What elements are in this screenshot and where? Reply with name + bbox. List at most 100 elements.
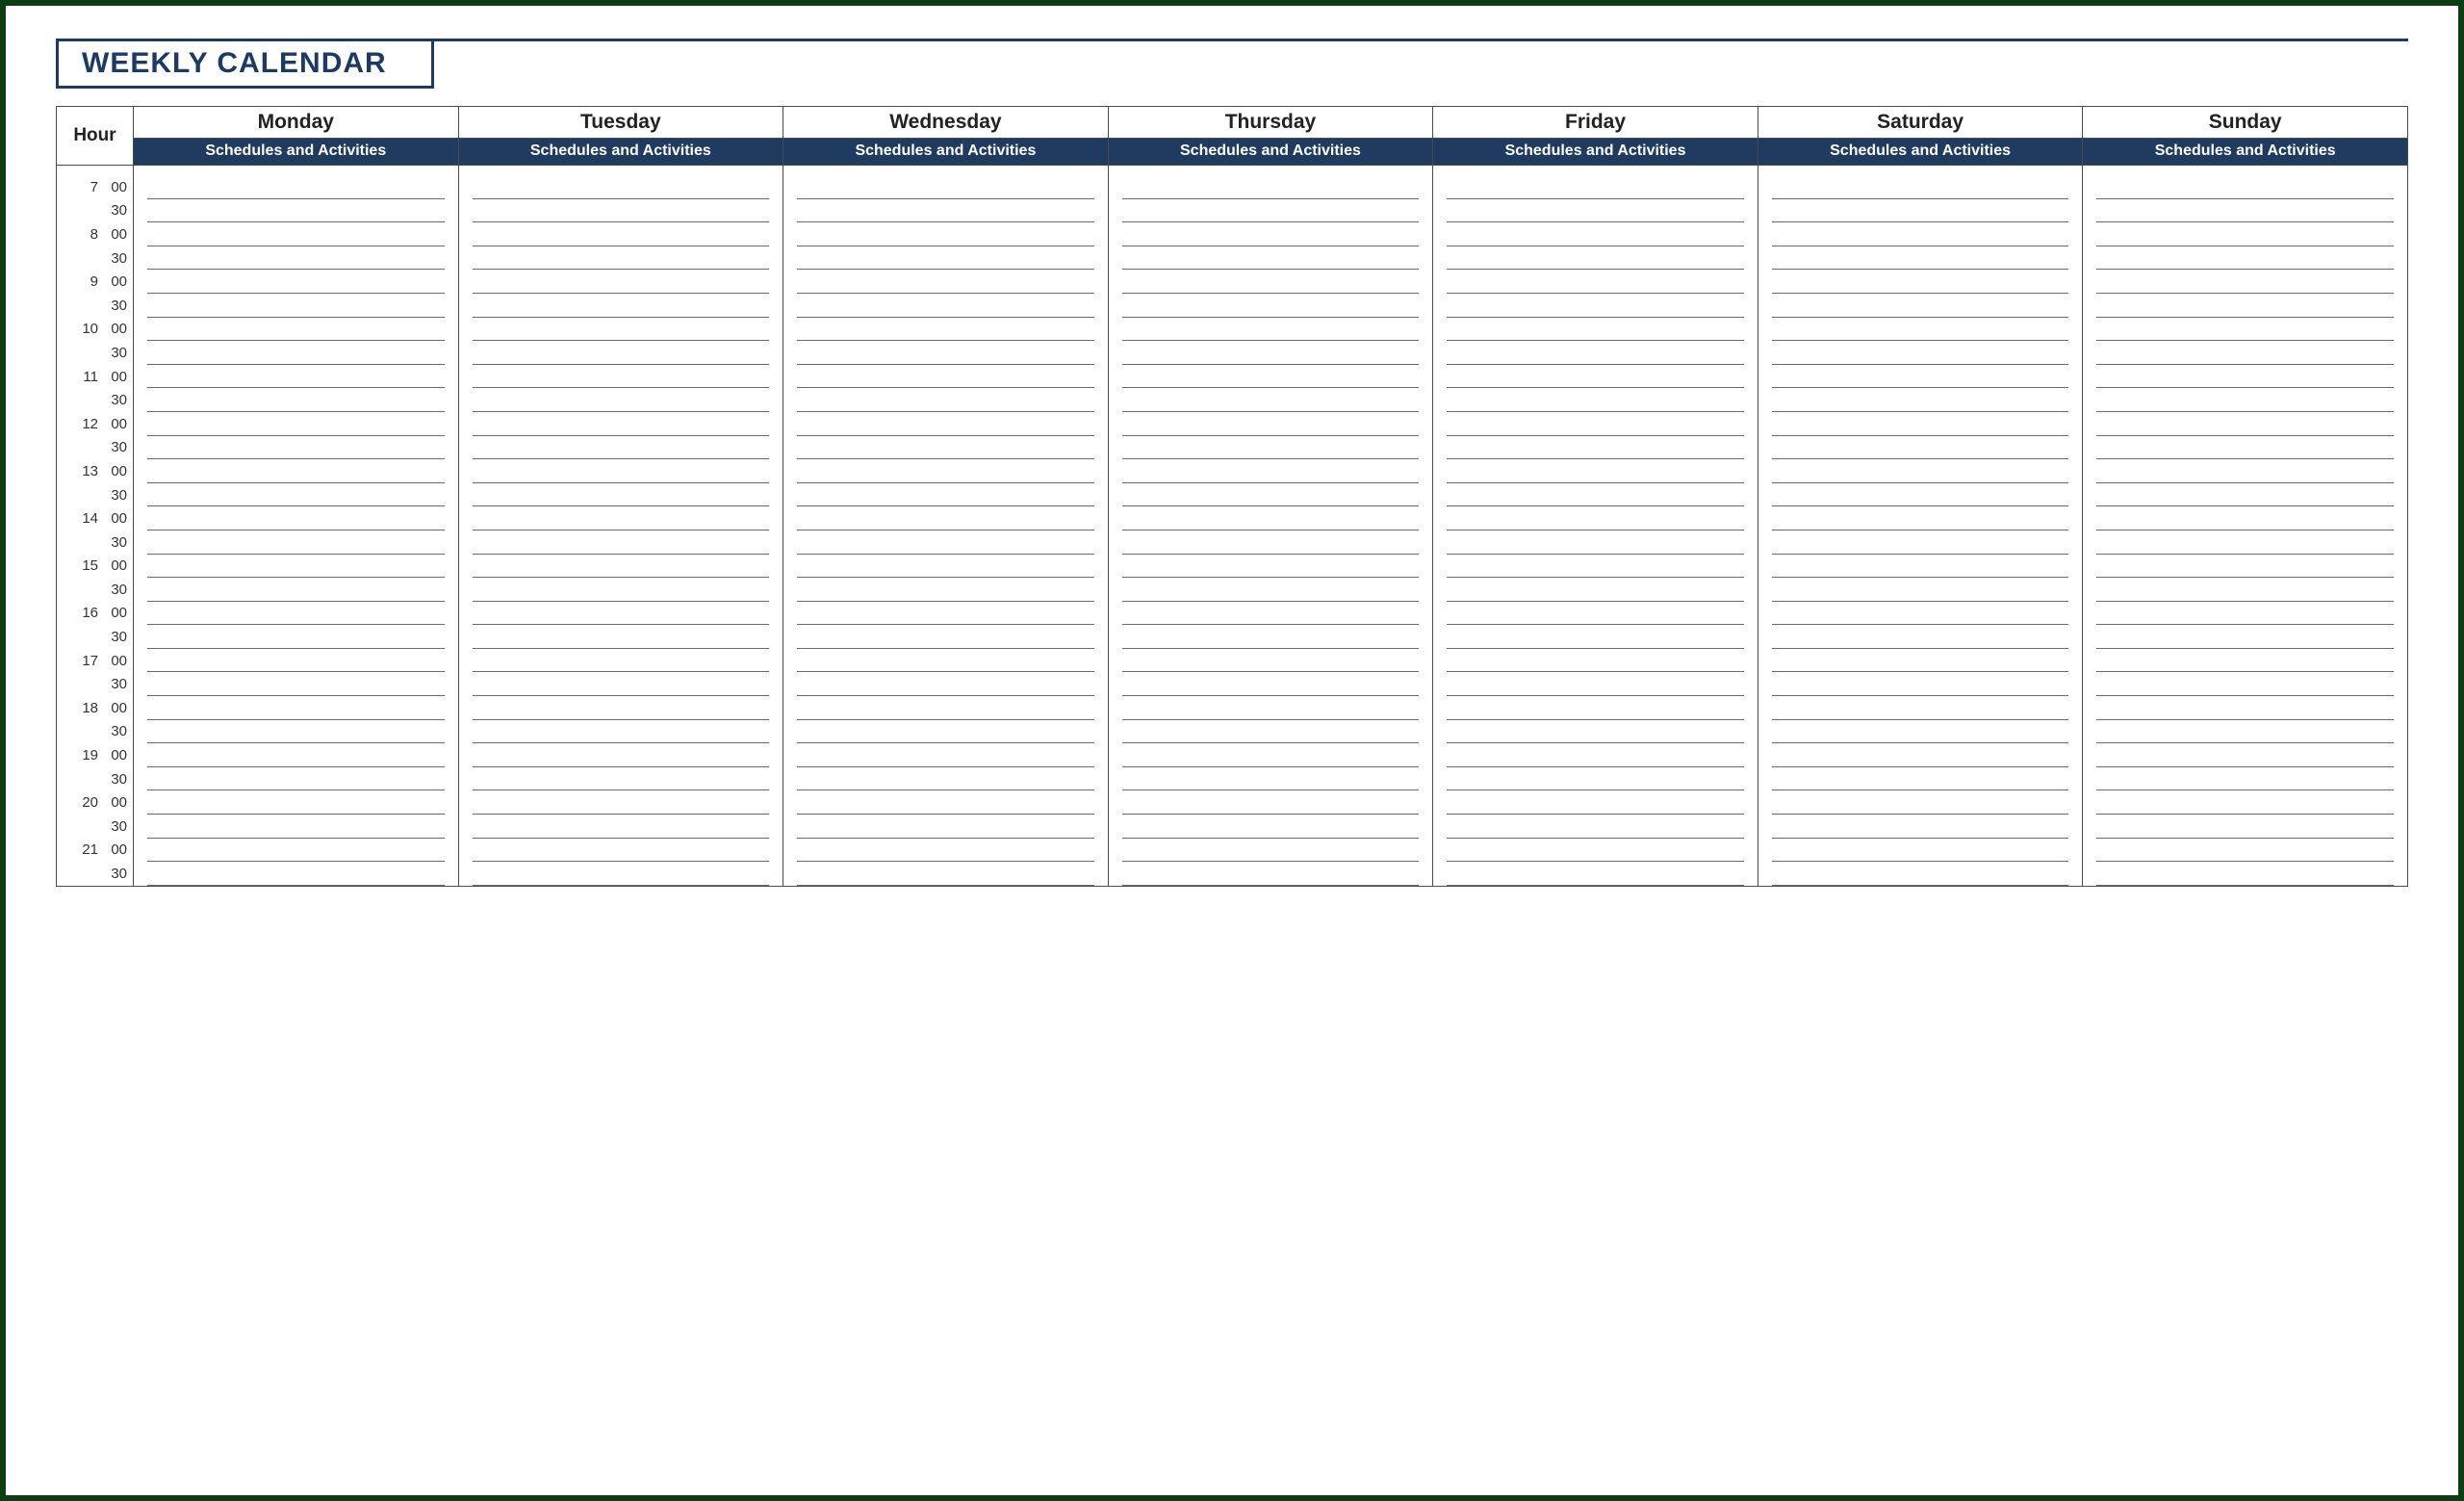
schedule-slot[interactable] <box>1447 743 1744 767</box>
schedule-slot[interactable] <box>2096 199 2394 223</box>
schedule-slot[interactable] <box>1447 365 1744 389</box>
schedule-slot[interactable] <box>1772 720 2069 744</box>
schedule-slot[interactable] <box>797 506 1094 531</box>
schedule-slot[interactable] <box>797 412 1094 436</box>
schedule-slot[interactable] <box>2096 483 2394 507</box>
schedule-slot[interactable] <box>147 483 445 507</box>
schedule-slot[interactable] <box>473 294 770 318</box>
schedule-slot[interactable] <box>147 555 445 579</box>
schedule-slot[interactable] <box>797 365 1094 389</box>
schedule-slot[interactable] <box>1772 222 2069 246</box>
schedule-slot[interactable] <box>473 436 770 460</box>
schedule-slot[interactable] <box>147 672 445 696</box>
schedule-slot[interactable] <box>147 318 445 342</box>
schedule-slot[interactable] <box>1122 602 1420 626</box>
schedule-slot[interactable] <box>1772 602 2069 626</box>
schedule-slot[interactable] <box>1122 555 1420 579</box>
schedule-slot[interactable] <box>1122 790 1420 815</box>
schedule-slot[interactable] <box>1122 839 1420 863</box>
schedule-slot[interactable] <box>2096 862 2394 886</box>
schedule-slot[interactable] <box>147 625 445 649</box>
schedule-slot[interactable] <box>1122 649 1420 673</box>
schedule-slot[interactable] <box>1122 365 1420 389</box>
schedule-slot[interactable] <box>797 862 1094 886</box>
schedule-slot[interactable] <box>473 839 770 863</box>
schedule-slot[interactable] <box>1772 815 2069 839</box>
schedule-slot[interactable] <box>1122 388 1420 412</box>
schedule-slot[interactable] <box>1772 270 2069 294</box>
schedule-slot[interactable] <box>1122 483 1420 507</box>
schedule-slot[interactable] <box>473 365 770 389</box>
schedule-slot[interactable] <box>1122 506 1420 531</box>
schedule-slot[interactable] <box>473 175 770 199</box>
schedule-slot[interactable] <box>1772 199 2069 223</box>
schedule-slot[interactable] <box>147 341 445 365</box>
schedule-slot[interactable] <box>797 743 1094 767</box>
schedule-slot[interactable] <box>473 696 770 720</box>
schedule-slot[interactable] <box>1772 294 2069 318</box>
schedule-slot[interactable] <box>147 246 445 271</box>
schedule-slot[interactable] <box>147 175 445 199</box>
schedule-slot[interactable] <box>2096 625 2394 649</box>
schedule-slot[interactable] <box>473 672 770 696</box>
schedule-slot[interactable] <box>473 578 770 602</box>
day-col-sat[interactable] <box>1758 166 2083 887</box>
schedule-slot[interactable] <box>1772 388 2069 412</box>
schedule-slot[interactable] <box>1772 436 2069 460</box>
schedule-slot[interactable] <box>1447 483 1744 507</box>
schedule-slot[interactable] <box>1122 175 1420 199</box>
schedule-slot[interactable] <box>1122 578 1420 602</box>
schedule-slot[interactable] <box>797 270 1094 294</box>
schedule-slot[interactable] <box>2096 270 2394 294</box>
schedule-slot[interactable] <box>1772 365 2069 389</box>
schedule-slot[interactable] <box>473 625 770 649</box>
schedule-slot[interactable] <box>797 767 1094 791</box>
schedule-slot[interactable] <box>147 767 445 791</box>
schedule-slot[interactable] <box>473 199 770 223</box>
schedule-slot[interactable] <box>1447 294 1744 318</box>
schedule-slot[interactable] <box>2096 175 2394 199</box>
schedule-slot[interactable] <box>1447 790 1744 815</box>
schedule-slot[interactable] <box>1772 175 2069 199</box>
schedule-slot[interactable] <box>147 839 445 863</box>
schedule-slot[interactable] <box>1447 341 1744 365</box>
schedule-slot[interactable] <box>797 555 1094 579</box>
schedule-slot[interactable] <box>1447 412 1744 436</box>
schedule-slot[interactable] <box>473 862 770 886</box>
day-col-fri[interactable] <box>1433 166 1758 887</box>
schedule-slot[interactable] <box>1772 318 2069 342</box>
schedule-slot[interactable] <box>1447 839 1744 863</box>
schedule-slot[interactable] <box>2096 222 2394 246</box>
schedule-slot[interactable] <box>797 578 1094 602</box>
schedule-slot[interactable] <box>2096 506 2394 531</box>
schedule-slot[interactable] <box>1447 459 1744 483</box>
schedule-slot[interactable] <box>2096 388 2394 412</box>
schedule-slot[interactable] <box>147 270 445 294</box>
schedule-slot[interactable] <box>147 436 445 460</box>
schedule-slot[interactable] <box>1122 767 1420 791</box>
schedule-slot[interactable] <box>797 625 1094 649</box>
schedule-slot[interactable] <box>1122 412 1420 436</box>
schedule-slot[interactable] <box>797 790 1094 815</box>
schedule-slot[interactable] <box>473 270 770 294</box>
schedule-slot[interactable] <box>1122 459 1420 483</box>
schedule-slot[interactable] <box>473 483 770 507</box>
schedule-slot[interactable] <box>147 531 445 555</box>
schedule-slot[interactable] <box>1122 341 1420 365</box>
schedule-slot[interactable] <box>1772 743 2069 767</box>
schedule-slot[interactable] <box>147 222 445 246</box>
schedule-slot[interactable] <box>147 412 445 436</box>
schedule-slot[interactable] <box>1447 175 1744 199</box>
schedule-slot[interactable] <box>1772 649 2069 673</box>
schedule-slot[interactable] <box>147 649 445 673</box>
schedule-slot[interactable] <box>1122 294 1420 318</box>
schedule-slot[interactable] <box>797 815 1094 839</box>
schedule-slot[interactable] <box>2096 246 2394 271</box>
schedule-slot[interactable] <box>473 222 770 246</box>
schedule-slot[interactable] <box>2096 743 2394 767</box>
schedule-slot[interactable] <box>1447 222 1744 246</box>
schedule-slot[interactable] <box>1122 696 1420 720</box>
schedule-slot[interactable] <box>147 743 445 767</box>
day-col-thu[interactable] <box>1108 166 1433 887</box>
schedule-slot[interactable] <box>2096 365 2394 389</box>
